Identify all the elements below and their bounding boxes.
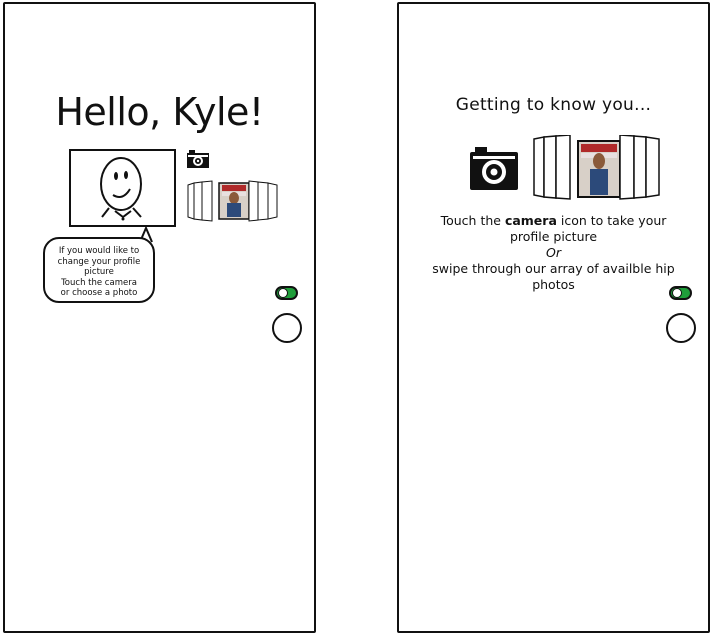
photo-carousel[interactable] bbox=[532, 135, 662, 201]
swipe-text: swipe through our array of availble hip … bbox=[432, 261, 675, 292]
phone-screen-welcome: Hello, Kyle! If you would like to change… bbox=[3, 2, 316, 633]
toggle-switch[interactable] bbox=[669, 286, 692, 300]
circle-button[interactable] bbox=[272, 313, 302, 343]
speech-line: change your profile bbox=[57, 256, 141, 267]
page-title: Getting to know you... bbox=[455, 95, 652, 115]
instruction-bold: camera bbox=[504, 213, 557, 228]
speech-bubble: If you would like to change your profile… bbox=[43, 237, 155, 303]
speech-line: Touch the camera bbox=[61, 277, 137, 288]
circle-button[interactable] bbox=[666, 313, 696, 343]
smiley-face-icon bbox=[100, 157, 142, 221]
photo-carousel[interactable] bbox=[186, 180, 279, 222]
greeting-title: Hello, Kyle! bbox=[55, 90, 264, 134]
camera-icon[interactable] bbox=[469, 147, 519, 191]
toggle-switch[interactable] bbox=[275, 286, 298, 300]
speech-line: If you would like to bbox=[58, 246, 140, 256]
toggle-knob bbox=[278, 288, 288, 298]
phone-screen-onboarding: Getting to know you... Touch the camera … bbox=[397, 2, 710, 633]
speech-line: or choose a photo bbox=[60, 288, 138, 298]
instruction-line: Touch the camera icon to take your profi… bbox=[419, 213, 688, 245]
instruction-prefix: Touch the bbox=[440, 213, 505, 228]
camera-icon[interactable] bbox=[186, 150, 210, 169]
speech-line: picture bbox=[84, 267, 114, 277]
profile-picture-frame[interactable] bbox=[69, 149, 176, 227]
toggle-knob bbox=[672, 288, 682, 298]
instructions-text: Touch the camera icon to take your profi… bbox=[419, 213, 688, 293]
or-text: Or bbox=[546, 245, 561, 260]
